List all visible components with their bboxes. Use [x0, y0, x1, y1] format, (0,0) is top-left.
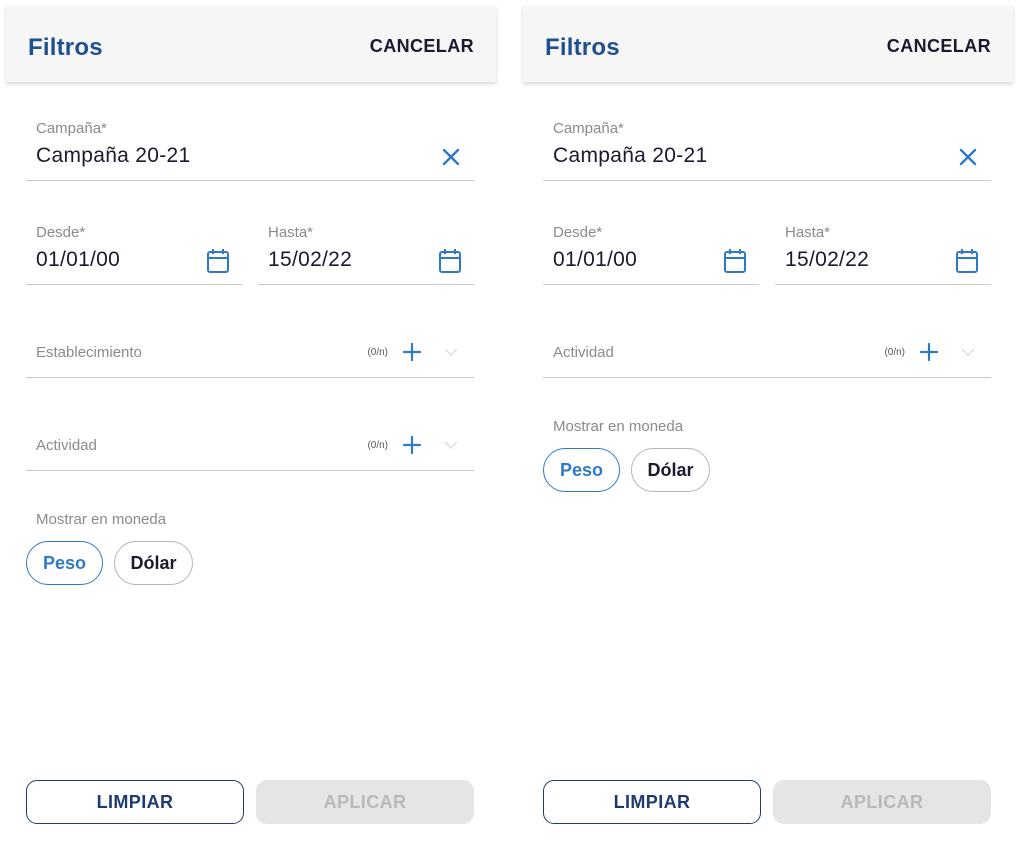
calendar-icon[interactable] — [206, 248, 230, 274]
calendar-icon[interactable] — [723, 248, 747, 274]
filters-header: Filtros CANCELAR — [523, 6, 1013, 82]
activity-label: Actividad — [36, 437, 97, 454]
currency-peso-chip[interactable]: Peso — [26, 541, 103, 585]
cancel-button[interactable]: CANCELAR — [887, 36, 991, 57]
activity-count: (0/n) — [884, 347, 905, 358]
establishment-select[interactable]: Establecimiento (0/n) — [26, 330, 474, 378]
page-title: Filtros — [545, 34, 620, 61]
date-from-field[interactable]: Desde* 01/01/00 — [543, 220, 759, 285]
currency-dolar-chip[interactable]: Dólar — [114, 541, 193, 585]
date-from-value: 01/01/00 — [36, 248, 121, 271]
activity-label: Actividad — [553, 344, 614, 361]
campaign-field[interactable]: Campaña* Campaña 20-21 — [26, 116, 474, 181]
date-to-value: 15/02/22 — [268, 248, 353, 271]
date-to-label: Hasta* — [785, 224, 831, 241]
activity-select[interactable]: Actividad (0/n) — [543, 330, 991, 378]
plus-icon[interactable] — [402, 435, 422, 455]
campaign-value: Campaña 20-21 — [36, 144, 191, 167]
date-from-field[interactable]: Desde* 01/01/00 — [26, 220, 242, 285]
filters-panel-right: Filtros CANCELAR Campaña* Campaña 20-21 … — [523, 0, 1013, 846]
campaign-label: Campaña* — [36, 120, 107, 137]
currency-label: Mostrar en moneda — [36, 511, 167, 528]
activity-count: (0/n) — [367, 440, 388, 451]
close-icon[interactable] — [957, 146, 979, 168]
apply-button[interactable]: APLICAR — [773, 780, 991, 824]
clear-button[interactable]: LIMPIAR — [26, 780, 244, 824]
date-to-value: 15/02/22 — [785, 248, 870, 271]
plus-icon[interactable] — [402, 342, 422, 362]
date-from-value: 01/01/00 — [553, 248, 638, 271]
filters-panel-left: Filtros CANCELAR Campaña* Campaña 20-21 … — [6, 0, 496, 846]
date-to-field[interactable]: Hasta* 15/02/22 — [258, 220, 474, 285]
campaign-label: Campaña* — [553, 120, 624, 137]
chevron-down-icon[interactable] — [444, 347, 458, 357]
page-title: Filtros — [28, 34, 103, 61]
chevron-down-icon[interactable] — [444, 440, 458, 450]
establishment-count: (0/n) — [367, 347, 388, 358]
cancel-button[interactable]: CANCELAR — [370, 36, 474, 57]
calendar-icon[interactable] — [438, 248, 462, 274]
calendar-icon[interactable] — [955, 248, 979, 274]
plus-icon[interactable] — [919, 342, 939, 362]
date-from-label: Desde* — [36, 224, 86, 241]
date-to-field[interactable]: Hasta* 15/02/22 — [775, 220, 991, 285]
campaign-field[interactable]: Campaña* Campaña 20-21 — [543, 116, 991, 181]
apply-button[interactable]: APLICAR — [256, 780, 474, 824]
close-icon[interactable] — [440, 146, 462, 168]
campaign-value: Campaña 20-21 — [553, 144, 708, 167]
currency-peso-chip[interactable]: Peso — [543, 448, 620, 492]
currency-label: Mostrar en moneda — [553, 418, 684, 435]
date-from-label: Desde* — [553, 224, 603, 241]
clear-button[interactable]: LIMPIAR — [543, 780, 761, 824]
chevron-down-icon[interactable] — [961, 347, 975, 357]
activity-select[interactable]: Actividad (0/n) — [26, 423, 474, 471]
date-to-label: Hasta* — [268, 224, 314, 241]
currency-dolar-chip[interactable]: Dólar — [631, 448, 710, 492]
establishment-label: Establecimiento — [36, 344, 142, 361]
filters-header: Filtros CANCELAR — [6, 6, 496, 82]
